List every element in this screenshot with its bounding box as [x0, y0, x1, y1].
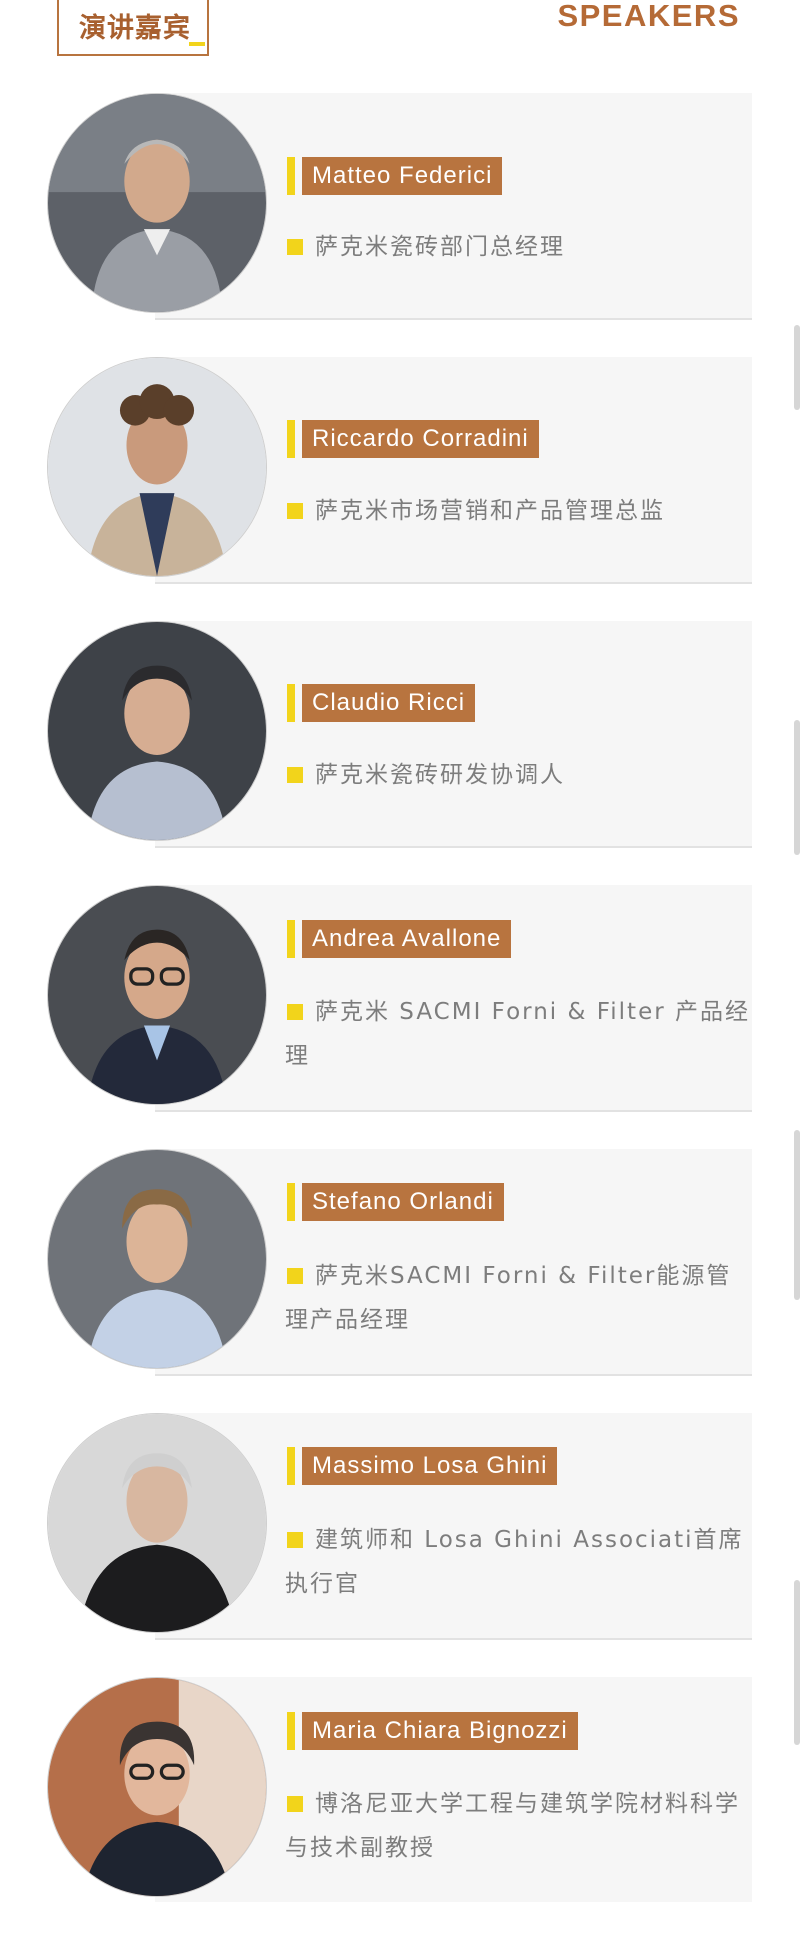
speaker-avatar-icon: [48, 1678, 266, 1896]
card-divider: [155, 582, 752, 584]
name-accent-bar: [287, 684, 295, 722]
speaker-name: Andrea Avallone: [302, 920, 512, 958]
card-divider: [155, 318, 752, 320]
scrollbar-thumb[interactable]: [794, 1580, 800, 1745]
speaker-role: 萨克米SACMI Forni & Filter能源管理产品经理: [285, 1263, 732, 1333]
speaker-role: 萨克米 SACMI Forni & Filter 产品经理: [285, 999, 750, 1069]
speaker-name: Claudio Ricci: [302, 684, 476, 722]
title-accent-mark: [189, 42, 205, 46]
name-accent-bar: [287, 157, 295, 195]
speaker-name: Stefano Orlandi: [302, 1183, 504, 1221]
section-title-tag: 演讲嘉宾: [57, 0, 209, 56]
speaker-name: Massimo Losa Ghini: [302, 1447, 558, 1485]
card-divider: [155, 1110, 752, 1112]
speaker-name: Riccardo Corradini: [302, 420, 539, 458]
name-accent-bar: [287, 420, 295, 458]
speaker-avatar-icon: [48, 1414, 266, 1632]
speaker-role: 萨克米瓷砖研发协调人: [315, 762, 565, 788]
name-accent-bar: [287, 920, 295, 958]
speaker-avatar-icon: [48, 94, 266, 312]
name-accent-bar: [287, 1447, 295, 1485]
speaker-name: Maria Chiara Bignozzi: [302, 1712, 578, 1750]
name-accent-bar: [287, 1712, 295, 1750]
name-accent-bar: [287, 1183, 295, 1221]
card-divider: [155, 846, 752, 848]
section-title-en: SPEAKERS: [557, 0, 740, 33]
speaker-avatar-icon: [48, 1150, 266, 1368]
speaker-name: Matteo Federici: [302, 157, 503, 195]
scrollbar-thumb[interactable]: [794, 720, 800, 855]
speaker-role: 建筑师和 Losa Ghini Associati首席执行官: [285, 1527, 744, 1597]
section-title-cn: 演讲嘉宾: [79, 13, 191, 44]
card-divider: [155, 1638, 752, 1640]
speaker-role: 博洛尼亚大学工程与建筑学院材料科学与技术副教授: [285, 1791, 740, 1861]
scrollbar-thumb[interactable]: [794, 1130, 800, 1300]
speaker-role: 萨克米市场营销和产品管理总监: [315, 498, 665, 524]
speaker-avatar-icon: [48, 358, 266, 576]
speaker-role: 萨克米瓷砖部门总经理: [315, 234, 565, 260]
card-divider: [155, 1374, 752, 1376]
speaker-avatar-icon: [48, 886, 266, 1104]
speaker-avatar-icon: [48, 622, 266, 840]
scrollbar-thumb[interactable]: [794, 325, 800, 410]
